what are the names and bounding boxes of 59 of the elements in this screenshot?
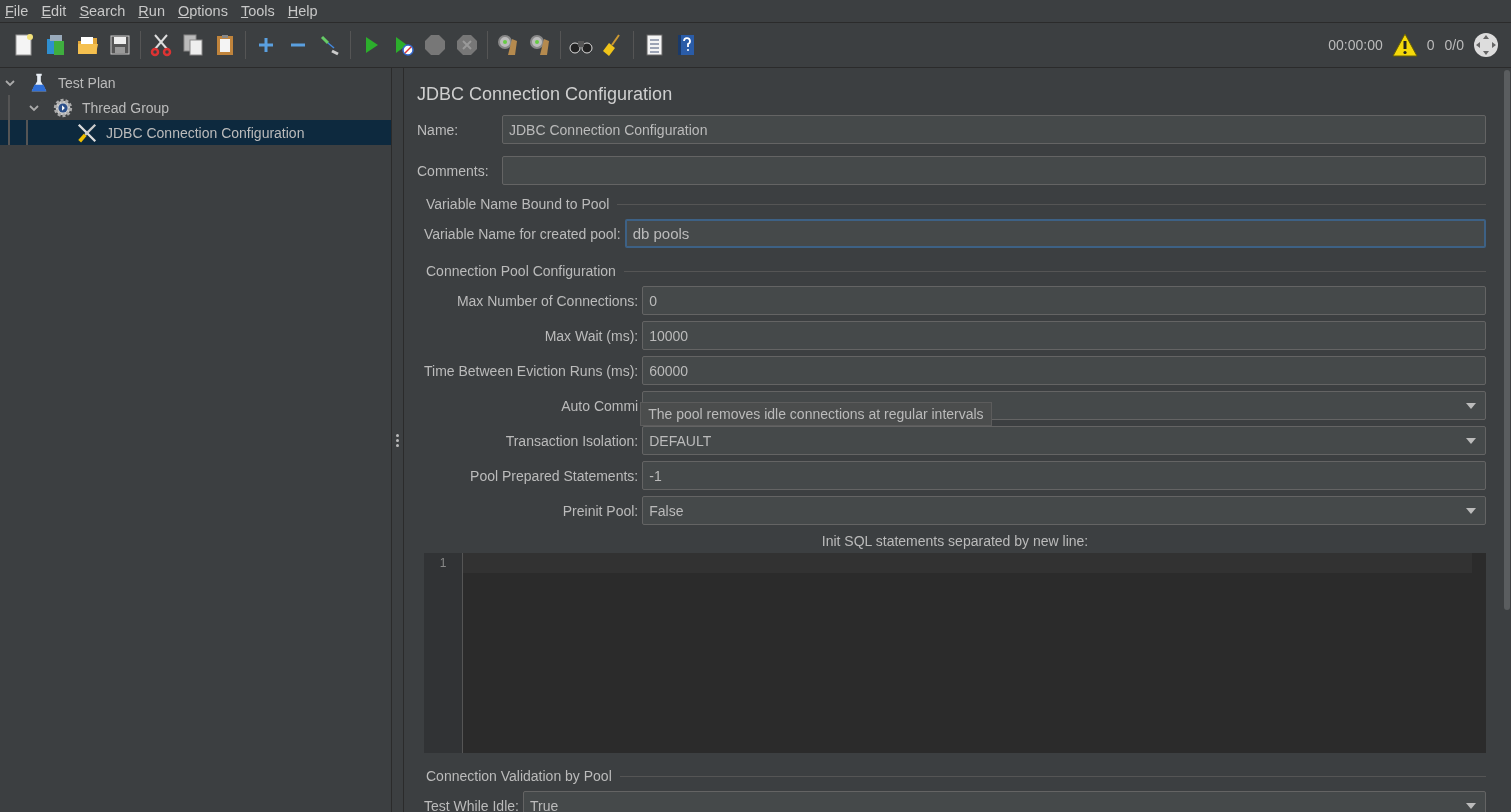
dropdown-arrow-icon[interactable] [1465,436,1477,445]
text-field[interactable] [502,156,1486,185]
menu-item[interactable]: Options [176,3,234,19]
text-field[interactable]: 60000 [642,356,1486,385]
dropdown[interactable]: DEFAULT [642,426,1486,455]
menu-item[interactable]: Tools [239,3,281,19]
tree-item[interactable]: Test Plan [0,70,391,95]
tools-icon [76,121,98,144]
scissors-icon[interactable] [149,33,173,57]
dropdown-arrow-icon[interactable] [1465,506,1477,515]
field-label: Pool Prepared Statements: [470,467,639,484]
text-field[interactable]: 0 [642,286,1486,315]
menu-item[interactable]: Search [78,3,132,19]
menu-item[interactable]: Edit [40,3,73,19]
menu-item[interactable]: Help [286,3,324,19]
text-field[interactable]: 10000 [642,321,1486,350]
tree-item[interactable]: JDBC Connection Configuration [0,120,391,145]
field-label: Auto Commi [561,397,639,414]
text-field[interactable]: JDBC Connection Configuration [502,115,1486,144]
menu-item[interactable]: File [4,3,35,19]
warning-count: 0 [1426,37,1435,53]
editor-label: Init SQL statements separated by new line: [820,533,1090,549]
field-label: Preinit Pool: [562,502,639,519]
remote-target-icon[interactable] [1473,32,1499,58]
text-field[interactable]: db pools [624,219,1486,248]
dropdown[interactable]: False [642,496,1486,525]
field-label: Max Wait (ms): [544,327,639,344]
menu-item[interactable]: Run [137,3,171,19]
document-icon[interactable] [12,33,36,57]
copy-icon[interactable] [181,33,205,57]
warning-icon[interactable] [1391,33,1418,57]
line-number: 1 [438,555,448,572]
section-heading: Connection Validation by Pool [426,768,612,784]
field-label: Test While Idle: [424,797,519,812]
field-label: Name: [417,121,460,138]
scrollbar[interactable] [1504,70,1510,610]
dropdown-arrow-icon[interactable] [1465,801,1477,810]
panel-title: JDBC Connection Configuration [417,84,674,105]
shutdown-icon[interactable] [455,33,479,57]
elapsed-time: 00:00:00 [1328,37,1383,53]
field-label: Variable Name for created pool: [424,225,621,242]
tree-item-label: JDBC Connection Configuration [106,124,305,141]
field-label: Time Between Eviction Runs (ms): [424,362,639,379]
field-label: Max Number of Connections: [456,292,639,309]
field-label: Comments: [417,162,490,179]
field-label: Transaction Isolation: [505,432,639,449]
gear-icon [52,96,74,119]
tooltip: The pool removes idle connections at regular intervals [640,402,992,426]
gear-broom-icon[interactable] [528,33,552,57]
section-heading: Connection Pool Configuration [426,263,616,279]
text-field[interactable]: -1 [642,461,1486,490]
section-heading: Variable Name Bound to Pool [426,196,610,212]
thread-count: 0/0 [1444,37,1464,53]
dropdown-arrow-icon[interactable] [1465,401,1477,410]
dropdown[interactable]: True [522,791,1486,812]
gear-broom-icon[interactable] [496,33,520,57]
tree-item-label: Thread Group [82,99,170,116]
code-editor[interactable]: 1 [424,553,1486,753]
tree-item-label: Test Plan [58,74,116,91]
